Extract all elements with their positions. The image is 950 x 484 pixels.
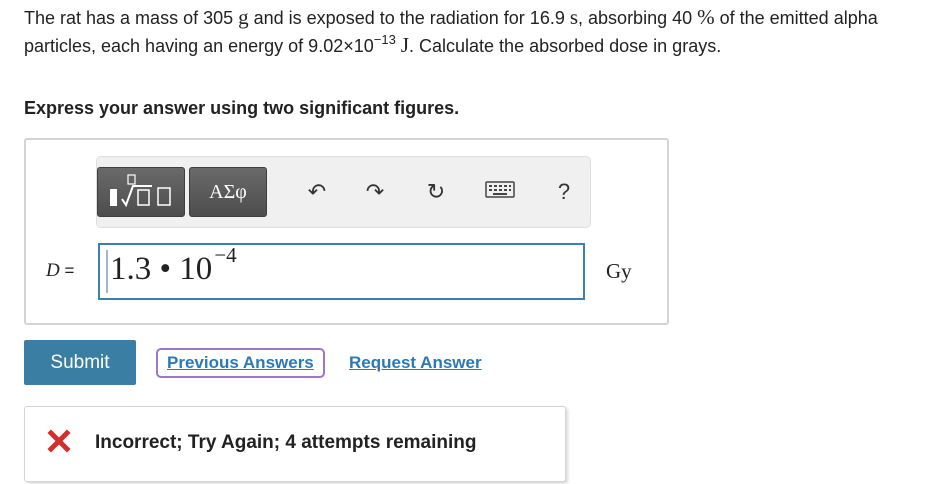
input-cursor (106, 250, 108, 293)
math-toolbar: ΑΣφ ↶ ↷ ↻ ? (96, 156, 591, 228)
answer-panel: ΑΣφ ↶ ↷ ↻ ? D = 1.3 • 10−4 Gy (24, 138, 669, 325)
unit-seconds: s (569, 5, 579, 29)
answer-value: 1.3 • 10−4 (110, 243, 237, 287)
request-answer-link[interactable]: Request Answer (349, 350, 482, 376)
submit-button[interactable]: Submit (24, 340, 136, 385)
reset-icon[interactable]: ↻ (422, 179, 450, 205)
feedback-message: Incorrect; Try Again; 4 attempts remaini… (95, 432, 477, 453)
previous-answers-link[interactable]: Previous Answers (156, 348, 325, 378)
answer-exponent: −4 (214, 243, 237, 267)
greek-symbols-button[interactable]: ΑΣφ (189, 167, 267, 217)
redo-icon[interactable]: ↷ (361, 179, 389, 205)
answer-variable-label: D = (46, 260, 75, 281)
templates-button[interactable] (97, 167, 185, 217)
answer-unit: Gy (606, 259, 632, 283)
unit-grams: g (238, 5, 249, 29)
problem-statement: The rat has a mass of 305 g and is expos… (24, 5, 878, 57)
help-icon[interactable]: ? (552, 179, 576, 205)
unit-joules: J (400, 33, 410, 57)
greek-symbols-label: ΑΣφ (209, 181, 247, 203)
unit-percent: % (697, 5, 715, 29)
feedback-panel: Incorrect; Try Again; 4 attempts remaini… (24, 406, 566, 482)
keyboard-icon[interactable] (485, 179, 515, 205)
incorrect-x-icon (47, 429, 71, 453)
answer-input[interactable]: 1.3 • 10−4 (98, 243, 585, 300)
answer-instruction: Express your answer using two significan… (24, 98, 460, 118)
keyboard-glyph (485, 181, 515, 198)
energy-exponent: −13 (373, 32, 396, 47)
templates-icon (110, 174, 171, 208)
undo-icon[interactable]: ↶ (303, 179, 331, 205)
